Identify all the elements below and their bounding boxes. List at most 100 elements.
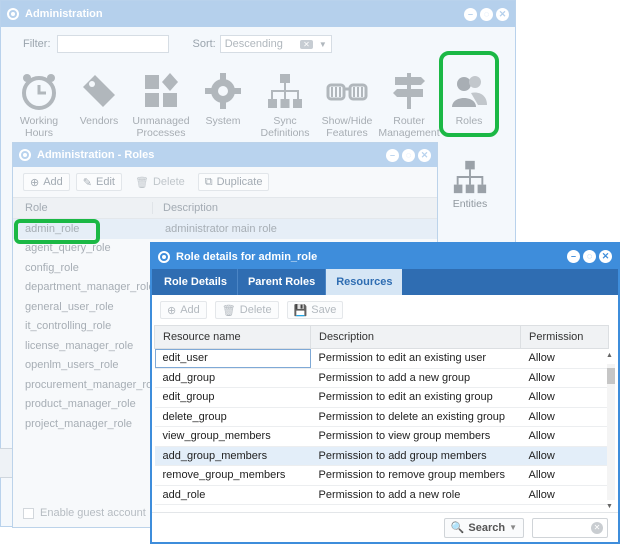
- save-icon: 💾: [293, 304, 308, 317]
- tile-label: Sync Definitions: [260, 115, 310, 139]
- app-logo-icon: [158, 250, 170, 263]
- role-details-window: Role details for admin_role – ◌ ✕ Role D…: [150, 242, 620, 544]
- tile-show-hide-features[interactable]: Show/Hide Features: [315, 71, 379, 139]
- scroll-up-icon[interactable]: ▲: [606, 352, 613, 359]
- column-description[interactable]: Description: [153, 202, 218, 214]
- close-icon[interactable]: ✕: [496, 7, 509, 21]
- gear-icon: [205, 73, 241, 109]
- tile-label: Entities: [452, 198, 488, 210]
- tile-system[interactable]: System: [191, 71, 255, 127]
- table-row[interactable]: delete_group Permission to delete an exis…: [154, 407, 609, 427]
- chevron-down-icon[interactable]: ▼: [319, 40, 327, 49]
- tab-parent-roles[interactable]: Parent Roles: [238, 269, 327, 295]
- admin-role-highlight-annotation: [14, 219, 100, 244]
- roles-toolbar: ⊕ Add ✎ Edit 🗑 Delete ⧉ Duplicate: [13, 167, 437, 197]
- delete-resource-button[interactable]: 🗑 Delete: [214, 301, 279, 319]
- vertical-scrollbar[interactable]: ▲ ▼: [605, 352, 615, 510]
- tile-label: System: [205, 115, 241, 127]
- clear-sort-icon[interactable]: ✕: [300, 39, 313, 49]
- close-icon[interactable]: ✕: [599, 250, 612, 263]
- resources-toolbar: ⊕ Add 🗑 Delete 💾 Save: [152, 295, 618, 325]
- filter-label: Filter:: [23, 38, 51, 50]
- guest-account-label: Enable guest account: [40, 507, 146, 519]
- add-resource-button[interactable]: ⊕ Add: [160, 301, 207, 319]
- trash-icon: 🗑: [134, 176, 149, 189]
- edit-role-button[interactable]: ✎ Edit: [75, 173, 122, 191]
- administration-title: Administration: [25, 8, 103, 20]
- tile-label: Unmanaged Processes: [132, 115, 190, 139]
- plus-icon: ⊕: [30, 176, 40, 189]
- administration-titlebar[interactable]: Administration – ◌ ✕: [1, 1, 515, 27]
- signpost-icon: [393, 73, 425, 109]
- tile-label: Show/Hide Features: [321, 115, 373, 139]
- guest-account-checkbox[interactable]: [23, 507, 34, 519]
- table-row[interactable]: add_group_members Permission to add group…: [154, 446, 609, 466]
- search-input[interactable]: ✕: [532, 517, 608, 538]
- add-role-button[interactable]: ⊕ Add: [23, 173, 70, 191]
- hierarchy-icon: [268, 74, 302, 108]
- sort-value: Descending: [224, 38, 283, 50]
- tile-label: Working Hours: [19, 115, 59, 139]
- minimize-icon[interactable]: –: [464, 7, 477, 21]
- table-row[interactable]: edit_group Permission to edit an existing…: [154, 387, 609, 408]
- role-details-titlebar[interactable]: Role details for admin_role – ◌ ✕: [152, 244, 618, 269]
- tile-vendors[interactable]: Vendors: [67, 71, 131, 127]
- column-role[interactable]: Role: [13, 202, 153, 214]
- sort-label: Sort:: [192, 38, 216, 50]
- column-description[interactable]: Description: [310, 325, 521, 349]
- sort-select[interactable]: Descending ✕ ▼: [219, 35, 332, 53]
- copy-icon: ⧉: [204, 175, 213, 188]
- clock-icon: [22, 74, 56, 110]
- trash-icon: 🗑: [221, 304, 236, 317]
- scroll-down-icon[interactable]: ▼: [606, 503, 613, 510]
- table-row[interactable]: view_group_members Permission to view gro…: [154, 426, 609, 447]
- scrollbar-thumb[interactable]: [607, 368, 615, 384]
- tile-working-hours[interactable]: Working Hours: [7, 71, 71, 139]
- clear-search-icon[interactable]: ✕: [591, 521, 603, 534]
- delete-role-button[interactable]: 🗑 Delete: [128, 173, 192, 191]
- blocks-icon: [145, 73, 178, 107]
- maximize-icon[interactable]: ◌: [583, 250, 596, 263]
- pencil-icon: ✎: [82, 176, 93, 189]
- maximize-icon[interactable]: ◌: [402, 148, 415, 162]
- filter-input[interactable]: [56, 35, 169, 53]
- roles-highlight-annotation: [439, 51, 499, 137]
- role-details-tabs: Role Details Parent Roles Resources: [152, 269, 618, 295]
- tab-role-details[interactable]: Role Details: [154, 269, 238, 295]
- table-row[interactable]: add_role Permission to add a new role Allo…: [154, 485, 609, 505]
- close-icon[interactable]: ✕: [418, 148, 431, 162]
- roles-title: Administration - Roles: [37, 149, 155, 161]
- search-icon: 🔍: [450, 522, 465, 534]
- maximize-icon[interactable]: ◌: [480, 7, 493, 21]
- chevron-down-icon: ▼: [509, 523, 517, 532]
- roles-grid-header: Role Description: [13, 197, 437, 219]
- column-resource-name[interactable]: Resource name: [154, 325, 311, 349]
- glasses-icon: [326, 83, 368, 101]
- hierarchy-icon: [453, 160, 487, 194]
- role-details-footer: 🔍 Search ▼ ✕: [152, 512, 618, 542]
- tag-icon: [83, 75, 115, 107]
- tile-label: Router Management: [378, 115, 440, 139]
- role-details-title: Role details for admin_role: [176, 250, 318, 263]
- table-row[interactable]: remove_group_members Permission to remove…: [154, 465, 609, 486]
- save-button[interactable]: 💾 Save: [286, 301, 344, 319]
- search-button[interactable]: 🔍 Search ▼: [443, 517, 524, 538]
- filter-sort-bar: Filter: Sort: Descending ✕ ▼: [23, 35, 332, 53]
- app-logo-icon: [7, 8, 19, 20]
- minimize-icon[interactable]: –: [386, 148, 399, 162]
- app-logo-icon: [19, 149, 31, 161]
- tile-router-management[interactable]: Router Management: [377, 71, 441, 139]
- column-permission[interactable]: Permission: [520, 325, 609, 349]
- guest-account-option[interactable]: Enable guest account: [23, 507, 146, 519]
- tile-unmanaged-processes[interactable]: Unmanaged Processes: [129, 71, 193, 139]
- table-row[interactable]: add_group Permission to add a new group Al…: [154, 368, 609, 388]
- plus-icon: ⊕: [167, 304, 177, 317]
- roles-titlebar[interactable]: Administration - Roles – ◌ ✕: [13, 143, 437, 167]
- tile-entities[interactable]: Entities: [441, 158, 499, 210]
- resources-table: Resource name Description Permission edi…: [154, 325, 609, 505]
- minimize-icon[interactable]: –: [567, 250, 580, 263]
- table-row[interactable]: edit_user Permission to edit an existing …: [154, 348, 609, 369]
- tab-resources[interactable]: Resources: [326, 269, 403, 295]
- tile-sync-definitions[interactable]: Sync Definitions: [253, 71, 317, 139]
- duplicate-role-button[interactable]: ⧉ Duplicate: [197, 173, 270, 191]
